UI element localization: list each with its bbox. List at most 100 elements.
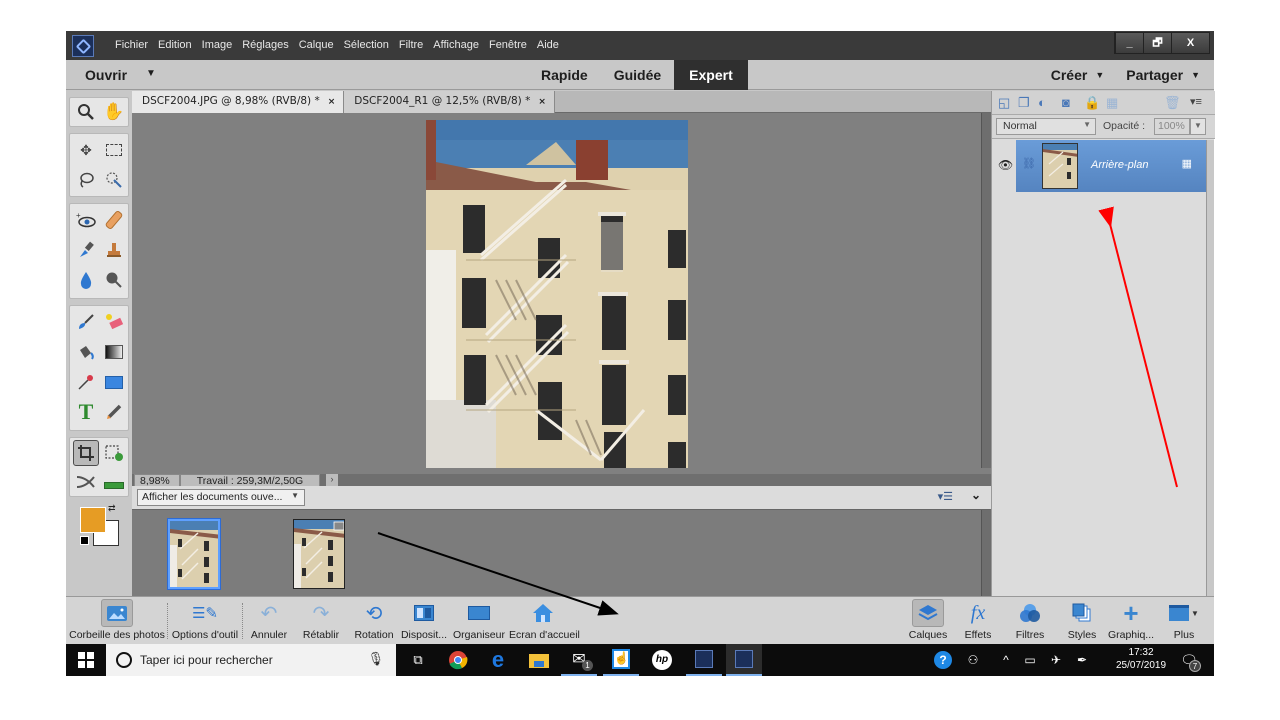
layout-button[interactable]: Disposit... [398,599,450,641]
hp-icon[interactable]: hp [644,644,680,676]
sponge-tool-icon[interactable] [101,267,127,293]
mode-tab-guidee[interactable]: Guidée [601,60,674,90]
microphone-icon[interactable]: 🎙 [367,651,384,667]
opacity-field[interactable]: 100% [1154,118,1190,135]
menu-fenetre[interactable]: Fenêtre [484,39,532,51]
effects-button[interactable]: fx Effets [956,599,1000,642]
mode-tab-rapide[interactable]: Rapide [528,60,601,90]
eyedropper-tool-icon[interactable] [73,369,99,395]
blend-mode-select[interactable]: Normal ▼ [996,118,1096,135]
action-center-icon[interactable]: 🗨 7 [1174,644,1204,676]
brush-tool-icon[interactable] [73,309,99,335]
new-layer-icon[interactable]: ◱ [998,95,1010,111]
straighten-tool-icon[interactable] [101,469,127,495]
layer-mask-icon[interactable]: ◙ [1062,95,1070,110]
undo-button[interactable]: ↶ Annuler [246,599,292,642]
close-tab-icon[interactable]: × [328,97,336,107]
link-icon[interactable]: ⛓ [1022,157,1036,170]
blur-tool-icon[interactable] [73,267,99,293]
create-button[interactable]: Créer ▼ [1051,67,1105,83]
move-tool-icon[interactable]: ✥ [73,137,99,163]
restore-button[interactable]: 🗗 [1143,33,1171,53]
adjustment-layer-icon[interactable]: ◐ [1038,95,1046,110]
photo-thumbnail[interactable] [167,518,221,590]
menu-aide[interactable]: Aide [532,39,564,51]
quick-selection-tool-icon[interactable] [101,167,127,193]
chrome-icon[interactable] [440,644,476,676]
rectangle-tool-icon[interactable] [101,369,127,395]
home-screen-button[interactable]: Ecran d'accueil [509,599,580,641]
share-button[interactable]: Partager ▼ [1126,67,1200,83]
photoshop-elements-editor-icon[interactable] [726,644,762,676]
paint-bucket-tool-icon[interactable] [73,339,99,365]
photo-bin-button[interactable]: Corbeille des photos [68,599,166,641]
menu-selection[interactable]: Sélection [339,39,394,51]
crop-tool-icon[interactable] [73,440,99,466]
open-button[interactable]: Ouvrir [85,67,127,83]
start-button[interactable] [66,644,106,676]
help-tray-icon[interactable]: ? [930,644,956,676]
organizer-button[interactable]: Organiseur [452,599,506,641]
smart-brush-tool-icon[interactable] [73,237,99,263]
airplane-mode-icon[interactable]: ✈ [1044,644,1068,676]
show-documents-select[interactable]: Afficher les documents ouve... ▼ [137,489,305,506]
opacity-dropdown-icon[interactable]: ▼ [1190,118,1206,135]
visibility-eye-icon[interactable]: 👁 [998,158,1013,172]
document-canvas[interactable] [426,120,688,468]
open-dropdown-icon[interactable]: ▼ [146,68,156,79]
menu-fichier[interactable]: Fichier [110,39,153,51]
panel-menu-icon[interactable]: ▾≡ [1190,95,1202,108]
content-aware-move-tool-icon[interactable] [73,469,99,495]
lock-transparency-icon[interactable]: ▦ [1106,95,1118,111]
redo-button[interactable]: ↷ Rétablir [298,599,344,642]
filters-button[interactable]: Filtres [1008,599,1052,641]
layer-name[interactable]: Arrière-plan [1091,159,1148,171]
layer-lock-icon[interactable]: ▦ [1182,157,1192,170]
rotate-button[interactable]: ⟲ Rotation [351,599,397,642]
menu-filtre[interactable]: Filtre [394,39,428,51]
lasso-tool-icon[interactable] [73,167,99,193]
people-icon[interactable]: ⚇ [961,644,985,676]
close-tab-icon[interactable]: × [538,97,546,107]
collapse-bin-icon[interactable]: ⌄ [971,488,981,502]
foreground-color-swatch[interactable] [80,507,106,533]
layers-scrollbar[interactable] [1206,140,1214,596]
layer-row[interactable]: ⛓ Arrière-plan ▦ [1016,140,1206,192]
more-button[interactable]: ▼ Plus [1162,599,1206,641]
file-explorer-icon[interactable] [521,644,557,676]
pencil-tool-icon[interactable] [101,399,127,425]
clock[interactable]: 17:32 25/07/2019 [1116,646,1166,672]
minimize-button[interactable]: _ [1115,33,1143,53]
menu-reglages[interactable]: Réglages [237,39,293,51]
photo-thumbnail[interactable] [293,519,345,589]
canvas-vertical-scrollbar[interactable] [981,113,991,468]
clone-stamp-tool-icon[interactable] [101,237,127,263]
tool-options-button[interactable]: ☰✎ Options d'outil [170,599,240,641]
bin-menu-icon[interactable]: ▾☰ [938,490,953,503]
delete-layer-icon[interactable]: 🗑 [1164,95,1181,111]
new-group-icon[interactable]: ❐ [1018,95,1030,111]
taskbar-search[interactable]: Taper ici pour rechercher 🎙 [106,644,396,676]
document-tab[interactable]: DSCF2004_R1 @ 12,5% (RVB/8) * × [344,91,555,113]
hand-tool-icon[interactable]: ✋ [101,99,127,125]
edge-icon[interactable]: e [480,644,516,676]
pen-icon[interactable]: ✒ [1070,644,1094,676]
battery-icon[interactable]: ▭ [1018,644,1042,676]
red-eye-tool-icon[interactable]: + [73,207,99,233]
marquee-tool-icon[interactable] [101,137,127,163]
graphics-button[interactable]: + Graphiq... [1106,598,1156,642]
layers-button[interactable]: Calques [904,599,952,641]
healing-brush-tool-icon[interactable] [101,207,127,233]
menu-edition[interactable]: Edition [153,39,197,51]
photo-bin-scrollbar[interactable] [981,510,991,596]
touch-app-icon[interactable]: ☝ [603,644,639,676]
menu-calque[interactable]: Calque [294,39,339,51]
gradient-tool-icon[interactable] [101,339,127,365]
document-tab[interactable]: DSCF2004.JPG @ 8,98% (RVB/8) * × [132,91,345,113]
zoom-tool-icon[interactable] [73,99,99,125]
menu-image[interactable]: Image [197,39,238,51]
type-tool-icon[interactable]: T [73,399,99,425]
task-view-icon[interactable]: ⧉ [400,644,436,676]
mail-icon[interactable]: ✉ 1 [561,644,597,676]
default-colors-icon[interactable] [80,536,89,545]
